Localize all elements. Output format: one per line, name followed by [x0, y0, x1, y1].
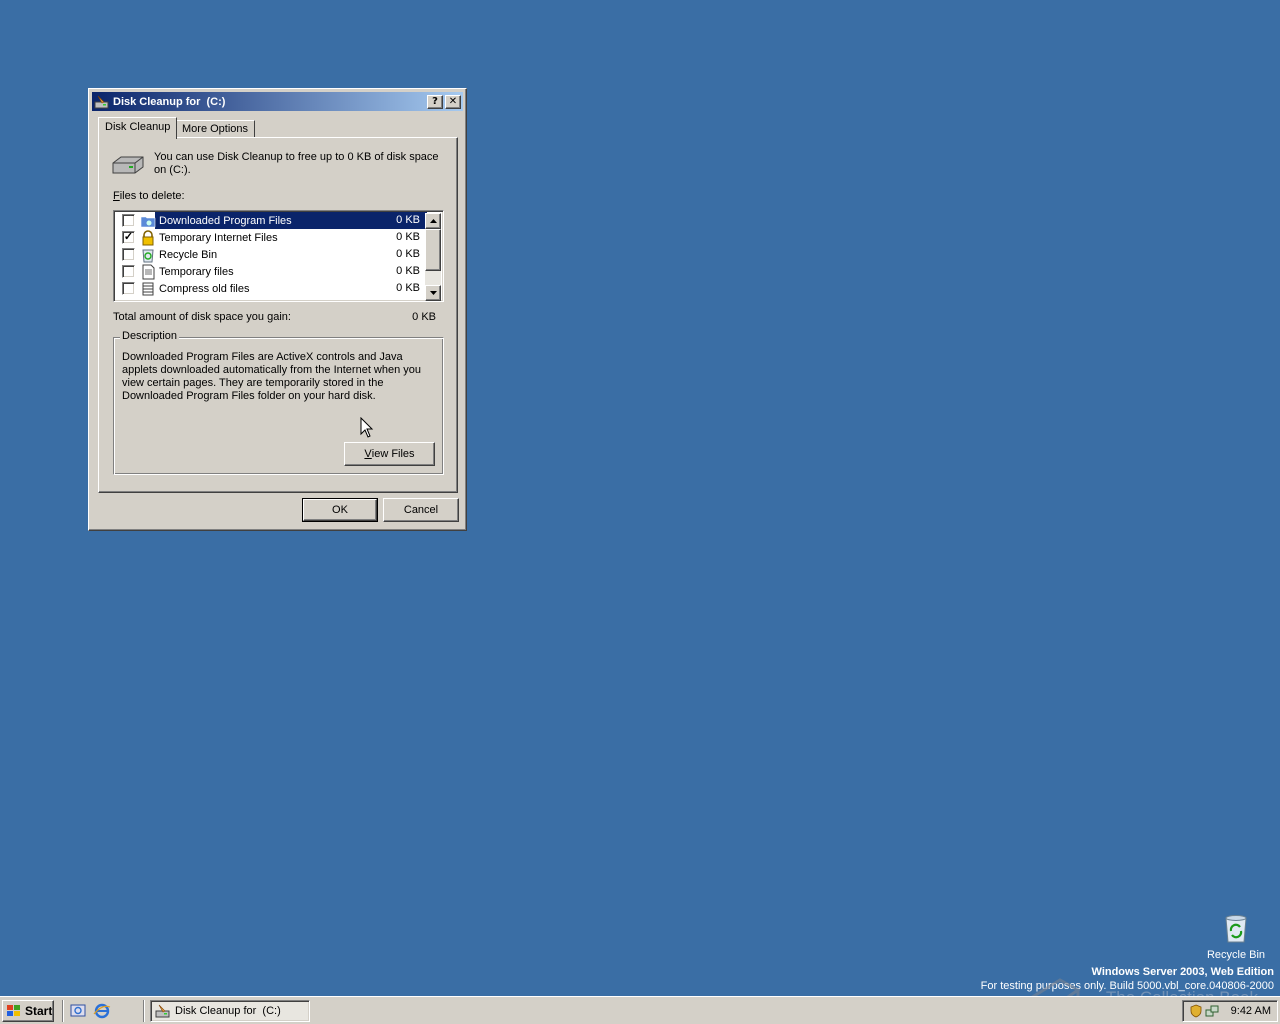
list-item-compress-old-files[interactable]: Compress old files 0 KB: [116, 280, 427, 297]
description-text: Downloaded Program Files are ActiveX con…: [122, 351, 422, 402]
file-size: 0 KB: [396, 282, 420, 294]
disk-cleanup-app-icon: [94, 95, 109, 108]
files-list[interactable]: ✓ Downloaded Program Files 0 KB ✓ Tempor…: [113, 210, 444, 302]
tab-disk-cleanup-label: Disk Cleanup: [105, 121, 171, 133]
file-size: 0 KB: [396, 231, 420, 243]
files-label-text: iles to delete:: [119, 190, 185, 202]
tab-more-options-label: More Options: [182, 123, 249, 135]
compress-icon: [142, 282, 154, 295]
view-files-label: iew Files: [371, 448, 415, 460]
checkbox-downloaded-program-files[interactable]: ✓: [122, 214, 135, 227]
taskbar: Start Disk Cleanup for (C:) 9:42 AM: [0, 996, 1280, 1024]
cancel-label: Cancel: [403, 504, 439, 516]
file-name: Temporary Internet Files: [159, 231, 278, 244]
internet-explorer-icon[interactable]: [93, 1002, 111, 1020]
recycle-bin-icon: [1225, 915, 1247, 943]
file-name: Downloaded Program Files: [157, 213, 294, 228]
view-files-accel: V: [364, 448, 372, 460]
scroll-thumb[interactable]: [425, 229, 441, 271]
recycle-bin-icon: [142, 249, 154, 262]
view-files-button[interactable]: View Files: [344, 442, 435, 466]
close-button[interactable]: ✕: [445, 94, 461, 109]
scroll-up-button[interactable]: [425, 213, 441, 229]
arrow-up-icon: [429, 219, 437, 223]
ok-label: OK: [332, 504, 348, 516]
disk-cleanup-dialog: Disk Cleanup for (C:) ? ✕ Disk Cleanup M…: [88, 88, 467, 531]
checkbox-temporary-internet-files[interactable]: ✓: [122, 231, 135, 244]
file-name: Temporary files: [159, 265, 234, 278]
checkbox-recycle-bin[interactable]: [122, 248, 135, 261]
document-icon: [142, 264, 155, 279]
cancel-button[interactable]: Cancel: [383, 498, 459, 522]
disk-cleanup-app-icon: [155, 1004, 170, 1018]
tab-more-options[interactable]: More Options: [175, 120, 256, 138]
intro-text: You can use Disk Cleanup to free up to 0…: [154, 151, 439, 176]
help-icon: ?: [432, 96, 438, 107]
title-bar[interactable]: Disk Cleanup for (C:) ? ✕: [92, 92, 463, 111]
taskbar-button-disk-cleanup[interactable]: Disk Cleanup for (C:): [150, 1000, 310, 1022]
description-legend: Description: [120, 330, 180, 342]
recycle-bin-label: Recycle Bin: [1206, 949, 1266, 961]
list-item-recycle-bin[interactable]: Recycle Bin 0 KB: [116, 246, 427, 263]
start-button[interactable]: Start: [2, 1000, 54, 1022]
list-item-temporary-internet-files[interactable]: ✓ Temporary Internet Files 0 KB: [116, 229, 427, 246]
list-item-downloaded-program-files[interactable]: ✓ Downloaded Program Files 0 KB: [116, 212, 427, 229]
file-size: 0 KB: [396, 214, 420, 226]
system-tray: 9:42 AM: [1182, 1000, 1278, 1022]
dialog-title: Disk Cleanup for (C:): [113, 95, 226, 108]
task-label: Disk Cleanup for (C:): [175, 1005, 281, 1017]
list-scrollbar[interactable]: [425, 213, 441, 301]
file-name: Recycle Bin: [159, 248, 218, 261]
checkbox-temporary-files[interactable]: [122, 265, 135, 278]
files-label-accel: F: [113, 190, 120, 202]
close-icon: ✕: [448, 96, 458, 107]
checkbox-compress-old-files[interactable]: [122, 282, 135, 295]
file-size: 0 KB: [396, 265, 420, 277]
lock-icon: [142, 229, 154, 245]
file-name: Compress old files: [159, 282, 250, 295]
scroll-down-button[interactable]: [425, 285, 441, 301]
arrow-down-icon: [429, 291, 437, 295]
security-shield-icon[interactable]: [1189, 1004, 1203, 1018]
files-to-delete-label: Files to delete:: [113, 190, 185, 202]
ok-button[interactable]: OK: [302, 498, 378, 522]
list-item-temporary-files[interactable]: Temporary files 0 KB: [116, 263, 427, 280]
folder-icon: [140, 216, 156, 227]
taskbar-separator: [143, 1000, 145, 1022]
desktop-recycle-bin[interactable]: Recycle Bin: [1198, 912, 1274, 961]
network-icon[interactable]: [1205, 1004, 1219, 1018]
help-button[interactable]: ?: [427, 94, 443, 109]
mouse-pointer-icon: [360, 417, 374, 438]
start-label: Start: [25, 1004, 53, 1018]
show-desktop-icon[interactable]: [69, 1002, 87, 1020]
total-gain-value: 0 KB: [412, 311, 436, 323]
total-gain-label: Total amount of disk space you gain:: [113, 311, 291, 323]
tab-disk-cleanup[interactable]: Disk Cleanup: [98, 117, 178, 139]
description-group: Description Downloaded Program Files are…: [113, 330, 444, 475]
windows-logo-icon: [7, 1005, 20, 1016]
taskbar-separator: [62, 1000, 64, 1022]
file-size: 0 KB: [396, 248, 420, 260]
hard-drive-icon: [112, 156, 144, 174]
clock[interactable]: 9:42 AM: [1231, 1005, 1271, 1017]
edition-name: Windows Server 2003, Web Edition: [1091, 966, 1274, 978]
